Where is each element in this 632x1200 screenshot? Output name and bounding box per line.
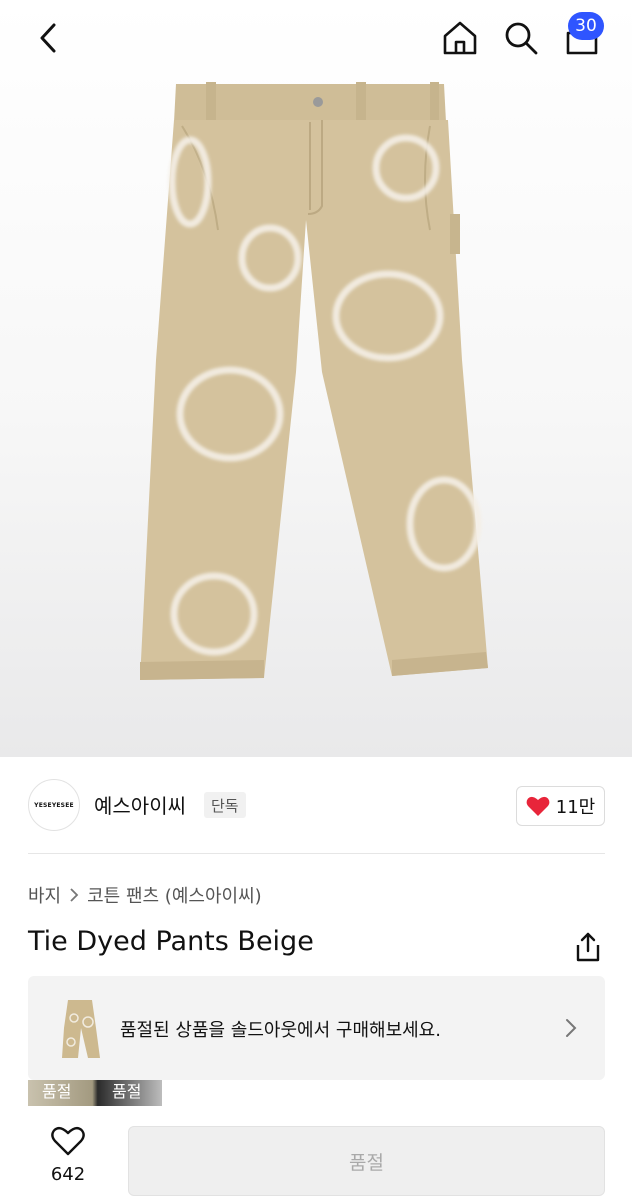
search-icon — [505, 22, 538, 55]
product-title: Tie Dyed Pants Beige — [28, 926, 314, 957]
brand-logo-text: YESEYESEE — [34, 801, 74, 809]
brand-logo[interactable]: YESEYESEE — [28, 779, 80, 831]
brand-like-button[interactable]: 11만 — [516, 786, 605, 826]
soldout-button[interactable]: 품절 — [128, 1126, 605, 1196]
product-image[interactable] — [0, 0, 632, 757]
back-icon — [40, 23, 56, 53]
banner-thumbnail — [62, 1000, 100, 1058]
soldout-tag: 품절 — [42, 1082, 72, 1101]
back-button[interactable] — [28, 18, 68, 58]
home-button[interactable] — [438, 16, 482, 60]
brand-name[interactable]: 예스아이씨 — [94, 790, 186, 819]
wish-button[interactable]: 642 — [44, 1126, 92, 1190]
breadcrumb-subcategory[interactable]: 코튼 팬츠 (예스아이씨) — [87, 882, 262, 908]
soldout-banner[interactable]: 품절된 상품을 솔드아웃에서 구매해보세요. — [28, 976, 605, 1080]
share-icon — [576, 932, 600, 962]
brand-like-count: 11만 — [555, 797, 596, 818]
chevron-right-icon — [566, 1019, 577, 1037]
breadcrumb: 바지 코튼 팬츠 (예스아이씨) — [28, 882, 262, 908]
cart-count-badge: 30 — [568, 12, 604, 40]
share-button[interactable] — [571, 930, 605, 964]
home-icon — [443, 21, 477, 55]
heart-icon — [51, 1126, 85, 1156]
soldout-banner-text: 품절된 상품을 솔드아웃에서 구매해보세요. — [120, 1020, 441, 1041]
breadcrumb-category[interactable]: 바지 — [28, 882, 61, 908]
chevron-right-icon — [70, 888, 79, 902]
wish-count: 642 — [50, 1164, 86, 1185]
pants-photo — [140, 82, 488, 680]
exclusive-badge: 단독 — [204, 792, 246, 818]
search-button[interactable] — [499, 16, 543, 60]
divider — [28, 853, 605, 854]
soldout-tag: 품절 — [112, 1082, 142, 1101]
heart-icon — [526, 796, 550, 816]
